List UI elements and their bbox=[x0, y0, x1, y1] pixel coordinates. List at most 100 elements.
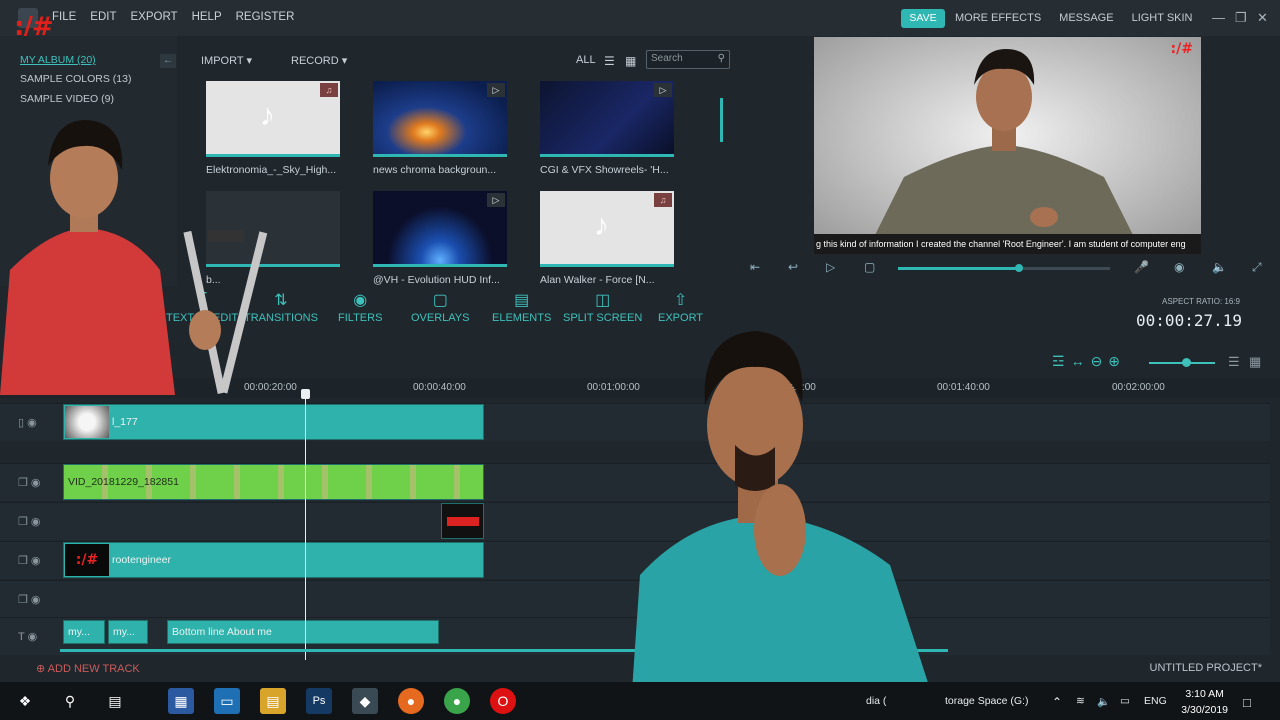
taskbar-clock[interactable]: 3:10 AM 3/30/2019 bbox=[1181, 686, 1228, 718]
microphone-icon[interactable]: 🎤 bbox=[1134, 260, 1149, 274]
firefox-icon[interactable]: ● bbox=[398, 688, 424, 714]
more-effects-link[interactable]: MORE EFFECTS bbox=[955, 12, 1041, 24]
timeline-zoom-controls: ☲ ↔ ⊖ ⊕ bbox=[1052, 353, 1120, 370]
timecode-display: 00:00:27.19 bbox=[1136, 311, 1242, 330]
timeline-clip[interactable]: l_177 bbox=[63, 404, 484, 440]
add-new-track-button[interactable]: ⊕ ADD NEW TRACK bbox=[36, 662, 140, 675]
light-skin-link[interactable]: LIGHT SKIN bbox=[1132, 12, 1193, 24]
subscribe-clip[interactable] bbox=[441, 503, 484, 539]
close-icon[interactable]: ✕ bbox=[1257, 10, 1268, 26]
import-dropdown[interactable]: IMPORT ▾ bbox=[201, 54, 252, 67]
play-icon[interactable]: ▷ bbox=[826, 260, 835, 274]
person-center-overlay bbox=[630, 331, 940, 720]
minimize-icon[interactable]: — bbox=[1212, 10, 1225, 25]
filter-all[interactable]: ALL bbox=[576, 54, 596, 66]
main-menu: FILE EDIT EXPORT HELP REGISTER bbox=[52, 11, 294, 23]
text-clip[interactable]: Bottom line About me bbox=[167, 620, 439, 644]
collapse-arrow-icon[interactable]: ← bbox=[160, 54, 176, 68]
text-clip[interactable]: my... bbox=[63, 620, 105, 644]
tray-chevron-icon[interactable]: ⌃ bbox=[1052, 695, 1062, 709]
app-icon[interactable]: ▦ bbox=[168, 688, 194, 714]
media-label-2: news chroma backgroun... bbox=[373, 164, 497, 176]
desktop-icon[interactable]: ▭ bbox=[214, 688, 240, 714]
record-dropdown[interactable]: RECORD ▾ bbox=[291, 54, 347, 67]
track-visibility-icon[interactable]: ❐ ◉ bbox=[18, 554, 41, 567]
menu-help[interactable]: HELP bbox=[192, 11, 222, 23]
chrome-icon[interactable]: ● bbox=[444, 688, 470, 714]
search-icon[interactable]: ⚲ bbox=[57, 688, 83, 714]
track-visibility-icon[interactable]: ❐ ◉ bbox=[18, 515, 41, 528]
clip-thumbnail: :/# bbox=[65, 544, 109, 576]
video-badge-icon: ▷ bbox=[487, 193, 505, 207]
project-name: UNTITLED PROJECT* bbox=[1149, 662, 1262, 674]
grid-view-icon[interactable]: ▦ bbox=[625, 54, 636, 68]
battery-icon[interactable]: ▭ bbox=[1120, 695, 1130, 707]
skip-back-icon[interactable]: ⇤ bbox=[750, 260, 760, 274]
volume-icon[interactable]: 🔈 bbox=[1212, 260, 1227, 274]
track-visibility-icon[interactable]: ❐ ◉ bbox=[18, 593, 41, 606]
media-scrollbar[interactable] bbox=[720, 98, 723, 142]
file-explorer-icon[interactable]: ▤ bbox=[260, 688, 286, 714]
track-visibility-icon[interactable]: ❐ ◉ bbox=[18, 476, 41, 489]
playback-progress-bar[interactable] bbox=[898, 264, 1110, 272]
preview-watermark: :/# bbox=[1170, 41, 1193, 57]
fit-timeline-icon[interactable]: ↔ bbox=[1071, 353, 1085, 370]
notification-icon[interactable]: □ bbox=[1243, 695, 1251, 710]
stop-icon[interactable]: ▢ bbox=[864, 260, 875, 274]
grid-layout-icon[interactable]: ▦ bbox=[1249, 354, 1261, 370]
timeline-clip[interactable]: VID_20181229_182851 bbox=[63, 464, 484, 500]
media-thumb-5[interactable]: ▷ bbox=[373, 191, 507, 267]
tool-filters[interactable]: ◉ FILTERS bbox=[338, 290, 382, 324]
track-visibility-icon[interactable]: ▯ ◉ bbox=[18, 416, 37, 429]
search-icon: ⚲ bbox=[717, 53, 725, 64]
menu-export[interactable]: EXPORT bbox=[131, 11, 178, 23]
list-layout-icon[interactable]: ☰ bbox=[1228, 354, 1240, 370]
media-thumb-3[interactable]: ▷ bbox=[540, 81, 674, 157]
restore-icon[interactable]: ❐ bbox=[1235, 10, 1247, 26]
playhead[interactable] bbox=[305, 390, 306, 660]
menu-register[interactable]: REGISTER bbox=[236, 11, 295, 23]
photoshop-icon[interactable]: Ps bbox=[306, 688, 332, 714]
language-indicator[interactable]: ENG bbox=[1144, 695, 1167, 707]
zoom-out-icon[interactable]: ⊖ bbox=[1091, 353, 1103, 370]
album-item-sample-colors[interactable]: SAMPLE COLORS (13) bbox=[20, 73, 131, 85]
media-thumb-2[interactable]: ▷ bbox=[373, 81, 507, 157]
subscribe-button-thumb bbox=[447, 517, 479, 526]
media-label-5: @VH - Evolution HUD Inf... bbox=[373, 274, 500, 286]
network-icon[interactable]: ≋ bbox=[1076, 695, 1085, 707]
text-clip[interactable]: my... bbox=[108, 620, 148, 644]
music-note-icon: ♪ bbox=[594, 209, 609, 242]
task-view-icon[interactable]: ▤ bbox=[102, 688, 128, 714]
album-item-my-album[interactable]: MY ALBUM (20) bbox=[20, 54, 96, 66]
text-track-icon[interactable]: T ◉ bbox=[18, 630, 37, 643]
tool-split-screen[interactable]: ◫ SPLIT SCREEN bbox=[563, 290, 642, 324]
opera-icon[interactable]: O bbox=[490, 688, 516, 714]
fullscreen-icon[interactable]: ⤢ bbox=[1252, 260, 1262, 275]
playback-knob[interactable] bbox=[1015, 264, 1023, 272]
snapshot-icon[interactable]: ◉ bbox=[1174, 260, 1184, 274]
playhead-handle[interactable] bbox=[301, 389, 310, 399]
audio-mixer-icon[interactable]: ☲ bbox=[1052, 353, 1065, 370]
media-label-6: Alan Walker - Force [N... bbox=[540, 274, 655, 286]
step-back-icon[interactable]: ↩ bbox=[788, 260, 798, 274]
media-label-3: CGI & VFX Showreels- 'H... bbox=[540, 164, 669, 176]
menu-file[interactable]: FILE bbox=[52, 11, 76, 23]
album-item-sample-video[interactable]: SAMPLE VIDEO (9) bbox=[20, 93, 114, 105]
save-button[interactable]: SAVE bbox=[901, 9, 945, 28]
tool-overlays[interactable]: ▢ OVERLAYS bbox=[411, 290, 470, 324]
tool-export[interactable]: ⇧ EXPORT bbox=[658, 290, 703, 324]
windows-start-icon[interactable]: ❖ bbox=[12, 688, 38, 714]
search-input[interactable]: Search ⚲ bbox=[646, 50, 730, 69]
zoom-in-icon[interactable]: ⊕ bbox=[1108, 353, 1120, 370]
media-thumb-6[interactable]: ♪ ♫ bbox=[540, 191, 674, 267]
filters-icon: ◉ bbox=[353, 292, 368, 309]
message-link[interactable]: MESSAGE bbox=[1059, 12, 1113, 24]
volume-icon[interactable]: 🔈 bbox=[1097, 695, 1110, 708]
tool-elements[interactable]: ▤ ELEMENTS bbox=[492, 290, 551, 324]
zoom-slider-knob[interactable] bbox=[1182, 358, 1191, 367]
timeline-clip[interactable]: :/# rootengineer bbox=[63, 542, 484, 578]
list-view-icon[interactable]: ☰ bbox=[604, 54, 615, 68]
taskbar-text: torage Space (G:) bbox=[945, 695, 1029, 707]
menu-edit[interactable]: EDIT bbox=[90, 11, 116, 23]
filmora-icon[interactable]: ◆ bbox=[352, 688, 378, 714]
